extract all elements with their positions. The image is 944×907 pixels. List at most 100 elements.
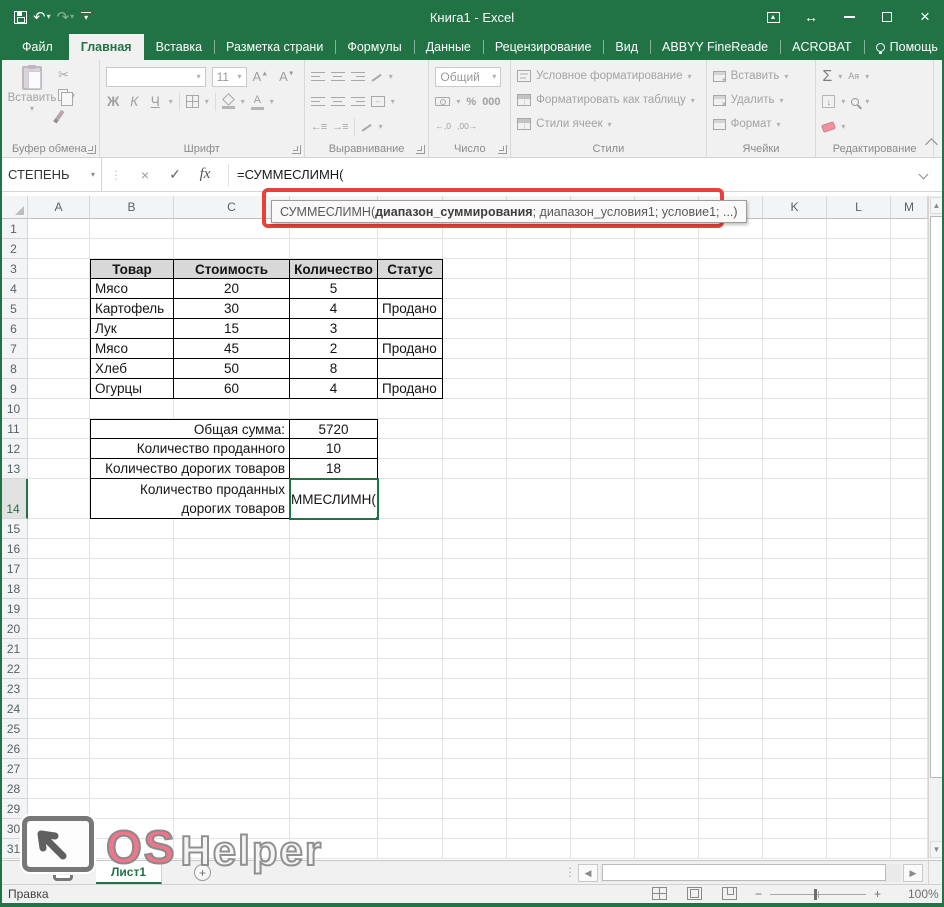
grid-cell[interactable] bbox=[763, 699, 827, 719]
grid-cell[interactable] bbox=[827, 679, 891, 699]
resize-button[interactable]: ↔ bbox=[792, 0, 830, 34]
grid-cell[interactable] bbox=[763, 779, 827, 799]
grid-cell[interactable] bbox=[571, 339, 635, 359]
customize-qat-button[interactable]: ▾ bbox=[80, 12, 92, 23]
grid-cell[interactable] bbox=[635, 799, 699, 819]
grid-cell[interactable] bbox=[443, 459, 507, 479]
row-header-13[interactable]: 13 bbox=[0, 459, 28, 479]
grid-cell[interactable] bbox=[571, 659, 635, 679]
grid-cell[interactable] bbox=[763, 459, 827, 479]
row-header-26[interactable]: 26 bbox=[0, 739, 28, 759]
grid-cell[interactable] bbox=[827, 519, 891, 539]
grow-font-button[interactable]: А▲ bbox=[253, 69, 274, 84]
zoom-slider-thumb[interactable] bbox=[814, 889, 817, 900]
sort-filter-button[interactable]: Ая bbox=[848, 72, 859, 81]
grid-cell[interactable] bbox=[763, 659, 827, 679]
grid-cell[interactable] bbox=[699, 459, 763, 479]
name-box[interactable]: СТЕПЕНЬ ▾ bbox=[2, 158, 102, 191]
grid-cell[interactable] bbox=[827, 759, 891, 779]
grid-cell[interactable] bbox=[635, 519, 699, 539]
name-box-dropdown-icon[interactable]: ▾ bbox=[91, 170, 95, 179]
row-header-1[interactable]: 1 bbox=[0, 219, 28, 239]
grid-cell[interactable] bbox=[699, 599, 763, 619]
ribbon-tab[interactable]: Файл bbox=[6, 34, 69, 60]
grid-cell[interactable] bbox=[378, 619, 443, 639]
grid-cell[interactable] bbox=[891, 539, 928, 559]
grid-cell[interactable] bbox=[28, 579, 90, 599]
grid-cell[interactable] bbox=[891, 759, 928, 779]
maximize-button[interactable] bbox=[868, 0, 906, 34]
grid-cell[interactable] bbox=[378, 679, 443, 699]
row-header-28[interactable]: 28 bbox=[0, 779, 28, 799]
grid-cell[interactable] bbox=[28, 219, 90, 239]
column-header-L[interactable]: L bbox=[827, 196, 891, 219]
grid-cell[interactable] bbox=[378, 419, 443, 439]
undo-button[interactable]: ↶▾ bbox=[33, 10, 51, 25]
format-as-table-button[interactable]: Форматировать как таблицу▾ bbox=[517, 88, 701, 112]
grid-cell[interactable] bbox=[763, 819, 827, 839]
grid-cell[interactable] bbox=[699, 559, 763, 579]
grid-cell[interactable] bbox=[507, 399, 571, 419]
grid-cell[interactable] bbox=[443, 579, 507, 599]
grid-cell[interactable] bbox=[443, 799, 507, 819]
grid-cell[interactable] bbox=[763, 799, 827, 819]
grid-cell[interactable] bbox=[443, 439, 507, 459]
grid-cell[interactable] bbox=[378, 799, 443, 819]
row-header-10[interactable]: 10 bbox=[0, 399, 28, 419]
grid-cell[interactable] bbox=[571, 579, 635, 599]
number-dialog-launcher-icon[interactable] bbox=[498, 145, 507, 154]
grid-cell[interactable] bbox=[891, 619, 928, 639]
page-break-view-icon[interactable] bbox=[722, 887, 737, 900]
grid-cell[interactable] bbox=[28, 619, 90, 639]
grid-cell[interactable] bbox=[891, 519, 928, 539]
grid-cell[interactable] bbox=[891, 419, 928, 439]
grid-cell[interactable] bbox=[90, 239, 174, 259]
row-header-14[interactable]: 14 bbox=[0, 479, 28, 519]
row-header-18[interactable]: 18 bbox=[0, 579, 28, 599]
grid-cell[interactable] bbox=[378, 539, 443, 559]
row-header-2[interactable]: 2 bbox=[0, 239, 28, 259]
grid-cell[interactable] bbox=[90, 619, 174, 639]
ribbon-tab[interactable]: Данные bbox=[414, 34, 483, 60]
grid-cell[interactable] bbox=[443, 239, 507, 259]
table-cell[interactable] bbox=[378, 319, 443, 339]
grid-cell[interactable] bbox=[443, 739, 507, 759]
grid-cell[interactable] bbox=[699, 399, 763, 419]
find-select-icon[interactable] bbox=[851, 98, 859, 106]
table-cell[interactable]: 2 bbox=[290, 339, 378, 359]
grid-cell[interactable] bbox=[174, 739, 290, 759]
page-layout-view-icon[interactable] bbox=[687, 887, 702, 900]
align-center-icon[interactable] bbox=[331, 97, 345, 107]
grid-cell[interactable] bbox=[443, 479, 507, 519]
grid-cell[interactable] bbox=[571, 679, 635, 699]
grid-cell[interactable] bbox=[90, 519, 174, 539]
decrease-indent-icon[interactable]: ←≡ bbox=[311, 121, 326, 133]
grid-cell[interactable] bbox=[827, 699, 891, 719]
grid-cell[interactable] bbox=[443, 719, 507, 739]
grid-cell[interactable] bbox=[28, 679, 90, 699]
ribbon-tab[interactable]: Формулы bbox=[335, 34, 413, 60]
minimize-button[interactable] bbox=[830, 0, 868, 34]
column-header-K[interactable]: K bbox=[763, 196, 827, 219]
row-header-6[interactable]: 6 bbox=[0, 319, 28, 339]
table-cell[interactable]: 60 bbox=[174, 379, 290, 399]
grid-cell[interactable] bbox=[763, 719, 827, 739]
grid-cell[interactable] bbox=[635, 279, 699, 299]
summary-label[interactable]: Общая сумма: bbox=[90, 419, 290, 439]
formula-bar-grip[interactable]: ⋮ bbox=[102, 168, 130, 182]
grid-cell[interactable] bbox=[290, 559, 378, 579]
align-left-icon[interactable] bbox=[311, 97, 325, 107]
grid-cell[interactable] bbox=[378, 459, 443, 479]
grid-cell[interactable] bbox=[28, 779, 90, 799]
grid-cell[interactable] bbox=[699, 839, 763, 859]
grid-cell[interactable] bbox=[699, 299, 763, 319]
grid-cell[interactable] bbox=[90, 779, 174, 799]
grid-cell[interactable] bbox=[28, 339, 90, 359]
ribbon-tab[interactable]: Рецензирование bbox=[483, 34, 604, 60]
grid-cell[interactable] bbox=[90, 759, 174, 779]
grid-cell[interactable] bbox=[443, 399, 507, 419]
grid-cell[interactable] bbox=[378, 439, 443, 459]
zoom-in-button[interactable]: + bbox=[874, 887, 881, 901]
table-cell[interactable]: Хлеб bbox=[90, 359, 174, 379]
grid-cell[interactable] bbox=[507, 699, 571, 719]
